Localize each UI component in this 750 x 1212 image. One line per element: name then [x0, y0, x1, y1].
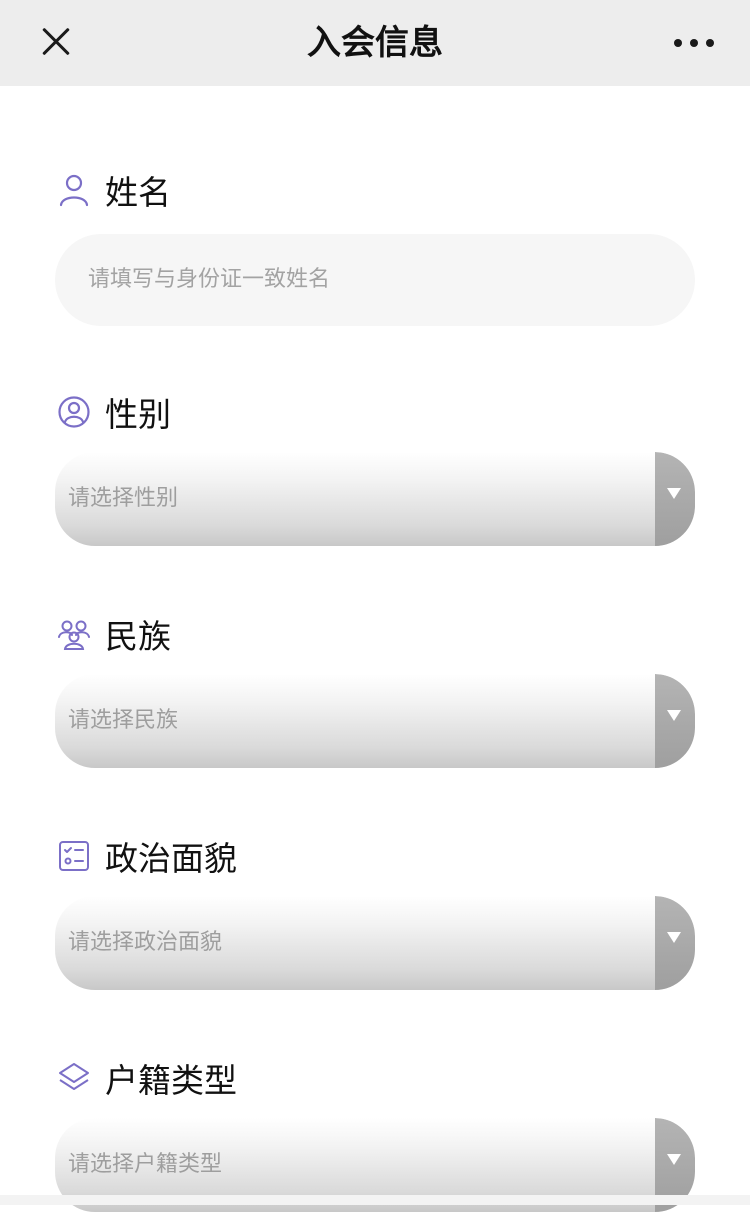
more-dot — [674, 39, 682, 47]
page-title: 入会信息 — [307, 23, 443, 63]
triangle-down-icon — [667, 932, 681, 943]
top-navigation-bar: 入会信息 — [0, 0, 750, 86]
field-ethnicity: 民族 请选择民族 — [55, 610, 695, 768]
field-label: 民族 — [105, 617, 171, 656]
triangle-down-icon — [667, 1154, 681, 1165]
political-status-select-placeholder: 请选择政治面貌 — [68, 930, 223, 955]
field-label: 姓名 — [105, 173, 171, 212]
bottom-edge — [0, 1195, 750, 1205]
field-label-row: 姓名 — [55, 166, 695, 214]
more-dot — [690, 39, 698, 47]
triangle-down-icon — [667, 710, 681, 721]
field-political-status: 政治面貌 请选择政治面貌 — [55, 832, 695, 990]
name-input[interactable]: 请填写与身份证一致姓名 — [55, 234, 695, 326]
gender-select-placeholder: 请选择性别 — [68, 486, 179, 511]
field-label: 政治面貌 — [105, 839, 237, 878]
political-status-select[interactable]: 请选择政治面貌 — [55, 896, 695, 990]
dropdown-arrow-button[interactable] — [655, 896, 695, 990]
dropdown-arrow-button[interactable] — [655, 674, 695, 768]
more-dot — [706, 39, 714, 47]
dropdown-arrow-button[interactable] — [655, 452, 695, 546]
layers-icon — [59, 1063, 89, 1090]
field-label-row: 户籍类型 — [55, 1054, 695, 1102]
user-circle-icon — [58, 396, 90, 428]
field-name: 姓名 请填写与身份证一致姓名 — [55, 166, 695, 326]
more-icon[interactable] — [674, 38, 714, 48]
field-gender: 性别 请选择性别 — [55, 388, 695, 546]
field-label-row: 政治面貌 — [55, 832, 695, 880]
triangle-down-icon — [667, 488, 681, 499]
ethnicity-select[interactable]: 请选择民族 — [55, 674, 695, 768]
field-label-row: 性别 — [55, 388, 695, 436]
ethnicity-select-placeholder: 请选择民族 — [68, 708, 179, 733]
field-label: 性别 — [105, 395, 171, 434]
field-label: 户籍类型 — [105, 1061, 237, 1100]
name-input-placeholder: 请填写与身份证一致姓名 — [88, 267, 331, 292]
field-label-row: 民族 — [55, 610, 695, 658]
gender-select[interactable]: 请选择性别 — [55, 452, 695, 546]
person-icon — [59, 174, 89, 207]
field-household-type: 户籍类型 请选择户籍类型 — [55, 1054, 695, 1212]
group-icon — [58, 620, 90, 650]
checklist-icon — [59, 841, 89, 871]
